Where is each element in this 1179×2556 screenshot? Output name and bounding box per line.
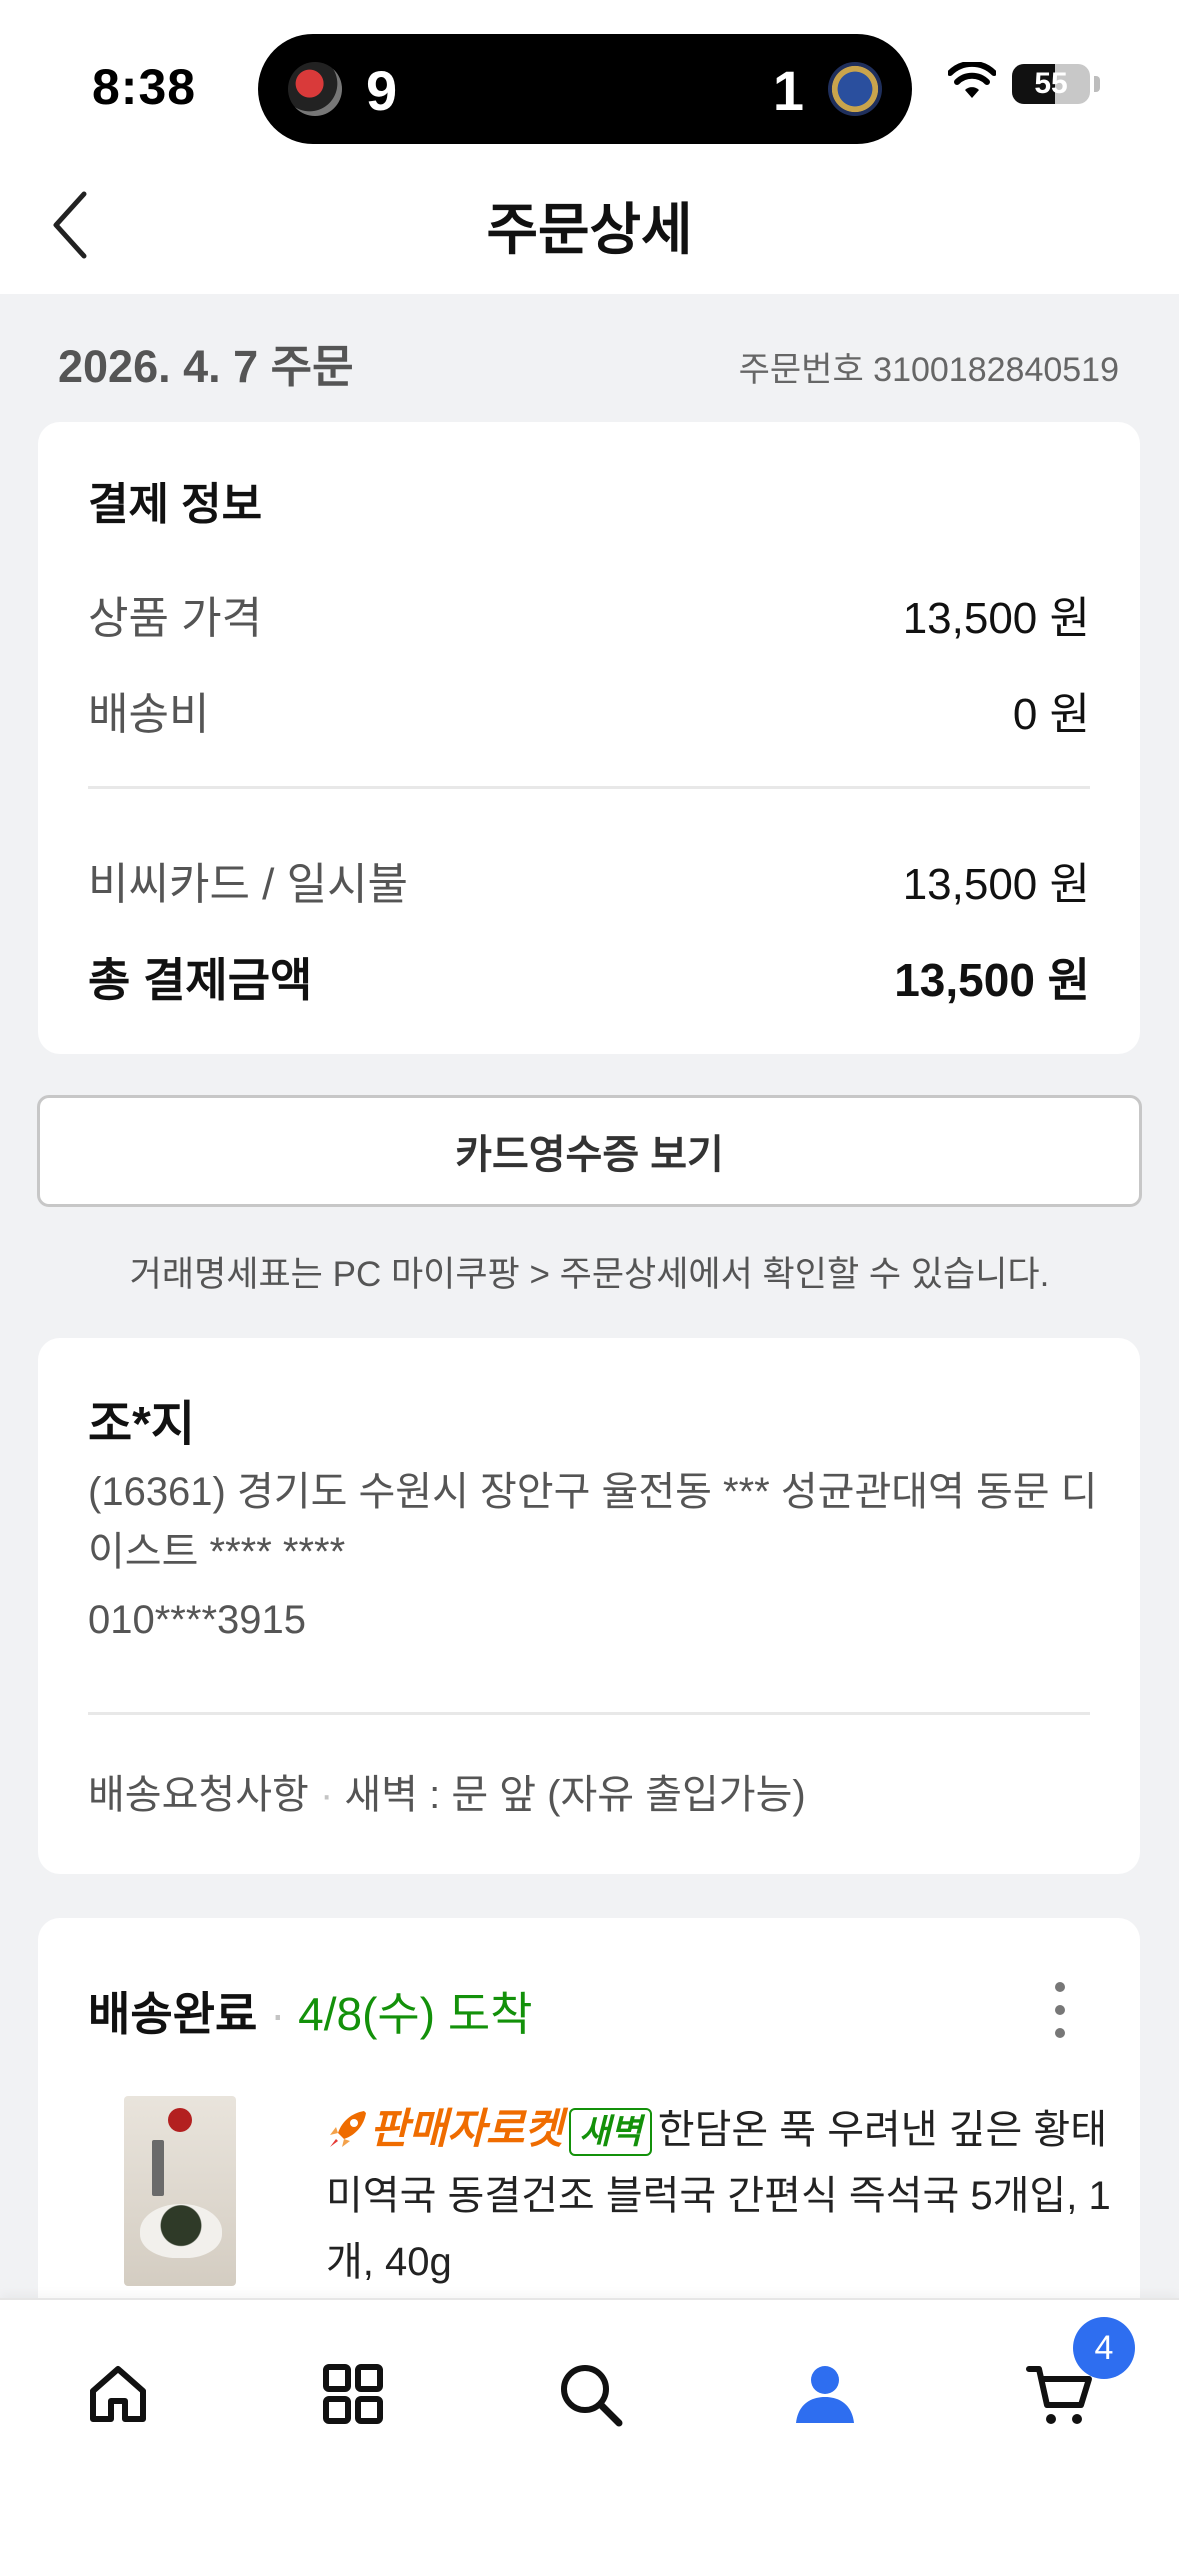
nav-category[interactable] bbox=[303, 2344, 403, 2444]
invoice-notice: 거래명세표는 PC 마이쿠팡 > 주문상세에서 확인할 수 있습니다. bbox=[129, 1255, 1050, 1294]
payment-method-label: 비씨카드 / 일시불 bbox=[88, 860, 409, 909]
shipping-fee-label: 배송비 bbox=[88, 690, 210, 739]
thumbnail-title-mark bbox=[152, 2140, 164, 2196]
dawn-delivery-badge: 새벽 bbox=[569, 2108, 652, 2156]
my-page-icon bbox=[796, 2366, 854, 2423]
bottom-navigation bbox=[0, 2298, 1179, 2556]
nav-home[interactable] bbox=[68, 2344, 168, 2444]
shipping-address: (16361) 경기도 수원시 장안구 율전동 *** 성균관대역 동문 디 이… bbox=[88, 1470, 1098, 1574]
battery-icon: 55 bbox=[1012, 64, 1090, 104]
recipient-phone: 010****3915 bbox=[88, 1598, 306, 1642]
separator-dot: · bbox=[270, 1988, 299, 2040]
separator-dot: · bbox=[319, 1773, 345, 1817]
nav-search[interactable] bbox=[540, 2344, 640, 2444]
page-title: 주문상세 bbox=[486, 198, 693, 261]
delivery-request-value: 새벽 : 문 앞 (자유 출입가능) bbox=[344, 1773, 806, 1817]
more-dot-icon bbox=[1055, 1982, 1065, 1992]
shipping-fee-value: 0 원 bbox=[1012, 690, 1090, 739]
thumbnail-soup-bowl bbox=[140, 2204, 222, 2258]
rocket-icon bbox=[330, 2111, 366, 2147]
recipient-name: 조*지 bbox=[88, 1398, 195, 1451]
more-dot-icon bbox=[1055, 2028, 1065, 2038]
seller-rocket-label: 판매자로켓 bbox=[370, 2105, 564, 2152]
score-left: 9 bbox=[366, 59, 398, 122]
more-dot-icon bbox=[1055, 2005, 1065, 2015]
order-date: 2026. 4. 7 주문 bbox=[58, 341, 354, 392]
status-time: 8:38 bbox=[92, 59, 197, 115]
thumbnail-brand-mark bbox=[168, 2108, 192, 2132]
home-icon bbox=[90, 2366, 146, 2422]
delivery-request: 배송요청사항 · 새벽 : 문 앞 (자유 출입가능) bbox=[88, 1762, 806, 1820]
delivery-status-line: 배송완료 · 4/8(수) 도착 bbox=[88, 1978, 533, 2044]
total-value: 13,500 원 bbox=[894, 954, 1090, 1006]
battery-level: 55 bbox=[1034, 67, 1068, 100]
live-activity-island[interactable]: 9 1 bbox=[258, 34, 912, 144]
team-logo-left-icon bbox=[288, 62, 342, 116]
payment-title: 결제 정보 bbox=[88, 480, 263, 529]
battery-nub bbox=[1094, 76, 1100, 92]
product-thumbnail[interactable] bbox=[124, 2096, 236, 2286]
card-receipt-button[interactable]: 카드영수증 보기 bbox=[37, 1095, 1142, 1207]
product-price-value: 13,500 원 bbox=[902, 594, 1090, 643]
category-icon bbox=[323, 2364, 383, 2424]
cart-count-badge: 4 bbox=[1073, 2317, 1135, 2379]
score-right: 1 bbox=[772, 59, 804, 122]
product-name-block[interactable]: 판매자로켓 새벽 한담온 푹 우려낸 깊은 황태 미역국 동결건조 블럭국 간편식 … bbox=[326, 2096, 1116, 2295]
payment-method-value: 13,500 원 bbox=[902, 860, 1090, 909]
more-options-button[interactable] bbox=[1050, 1982, 1070, 2038]
payment-info-card: 결제 정보 상품 가격 13,500 원 배송비 0 원 비씨카드 / 일시불 … bbox=[38, 422, 1140, 1054]
arrival-date: 4/8(수) 도착 bbox=[298, 1988, 533, 2040]
shipping-address-card: 조*지 (16361) 경기도 수원시 장안구 율전동 *** 성균관대역 동문… bbox=[38, 1338, 1140, 1874]
wifi-icon bbox=[948, 62, 996, 98]
order-number: 주문번호 3100182840519 bbox=[738, 351, 1119, 389]
team-logo-right-icon bbox=[828, 62, 882, 116]
address-divider bbox=[88, 1712, 1090, 1715]
nav-my-page[interactable] bbox=[775, 2344, 875, 2444]
product-price-label: 상품 가격 bbox=[88, 594, 263, 643]
delivery-status: 배송완료 bbox=[88, 1988, 258, 2040]
payment-divider bbox=[88, 786, 1090, 789]
total-label: 총 결제금액 bbox=[88, 954, 313, 1006]
delivery-request-label: 배송요청사항 bbox=[88, 1773, 309, 1817]
search-icon bbox=[561, 2365, 623, 2427]
